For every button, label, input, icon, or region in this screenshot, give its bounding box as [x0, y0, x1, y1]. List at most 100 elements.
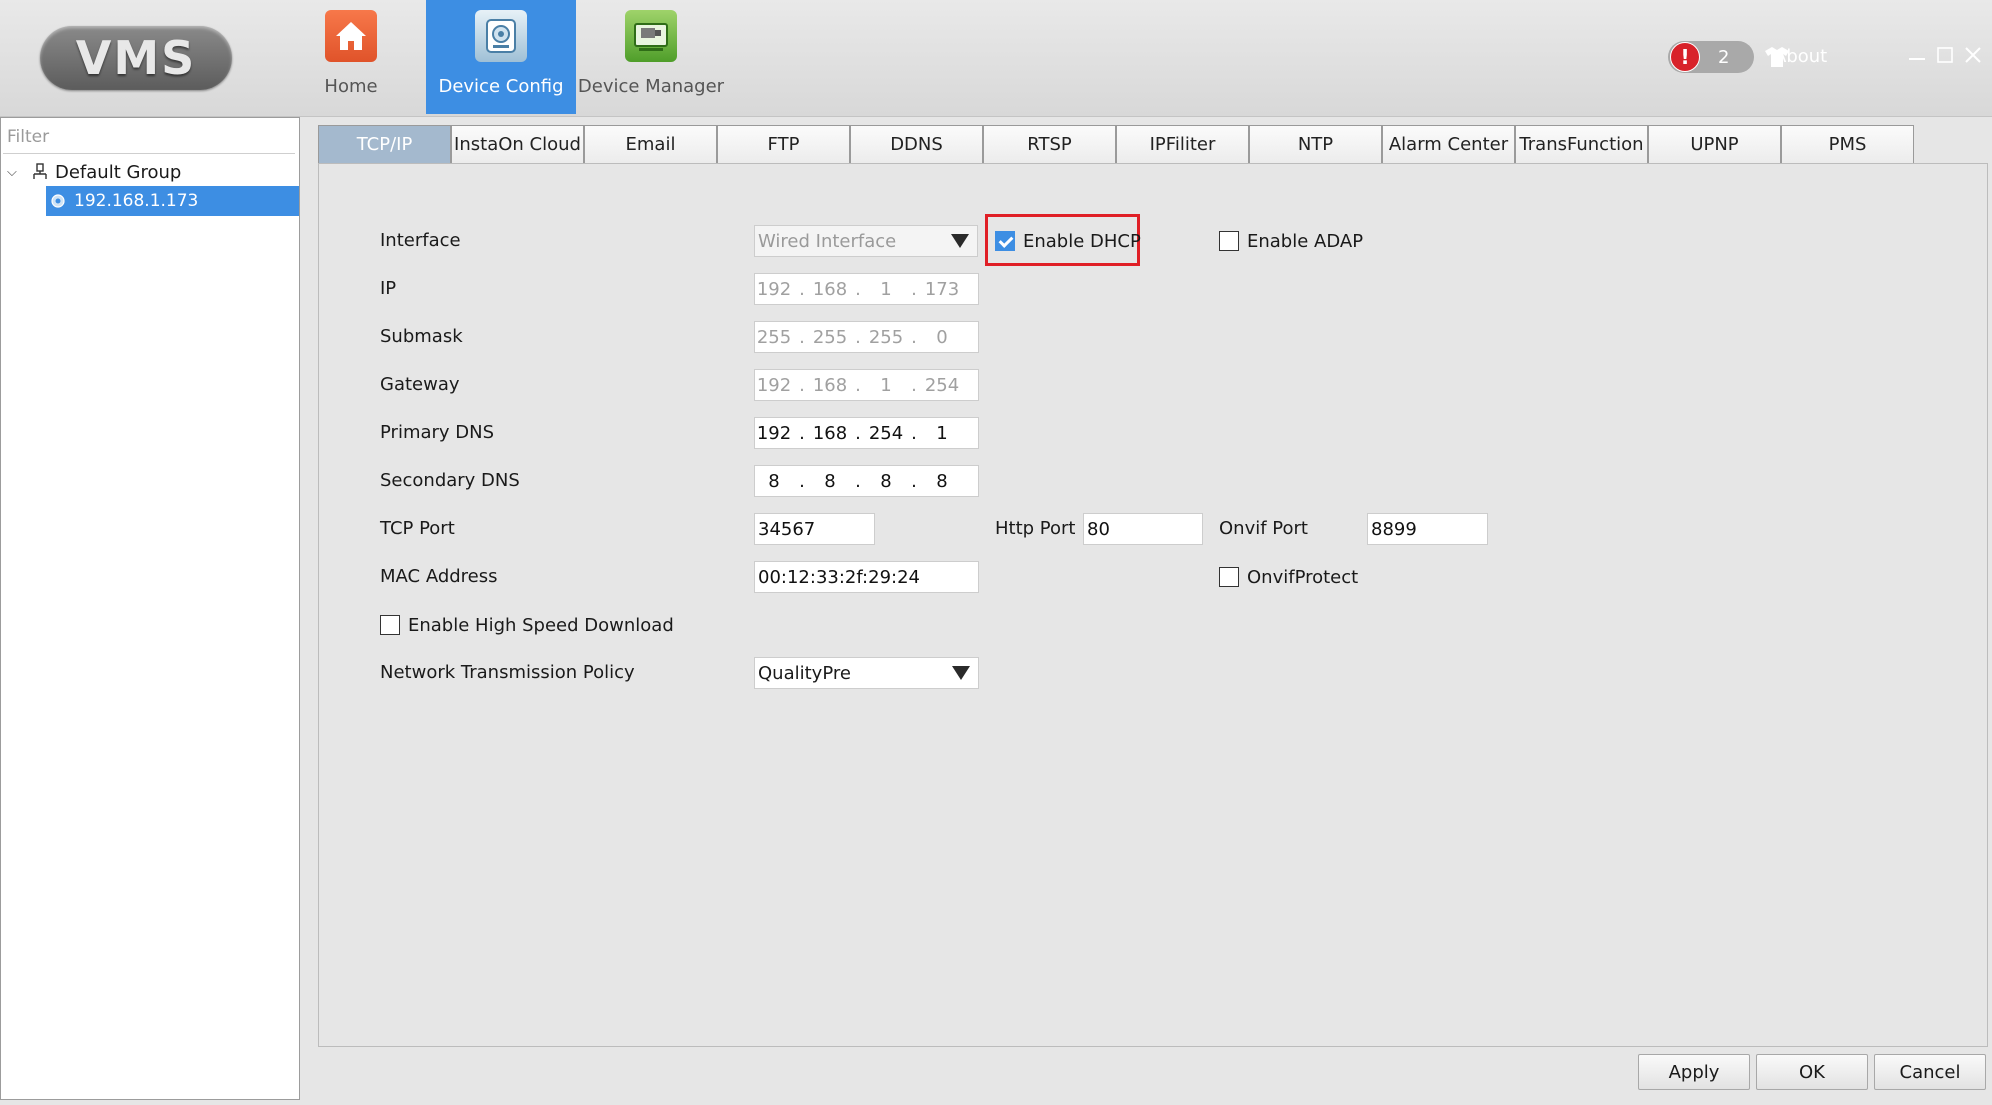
submask-octet: 255: [756, 326, 792, 348]
chevron-down-icon[interactable]: ⌵: [7, 165, 21, 180]
mac-address-input[interactable]: [755, 566, 978, 588]
tcp-port-input[interactable]: [755, 518, 874, 540]
tree-device-label: 192.168.1.173: [74, 191, 199, 211]
onvif-protect-checkbox-box[interactable]: [1219, 567, 1239, 587]
interface-value: Wired Interface: [758, 230, 897, 252]
policy-select[interactable]: QualityPre: [754, 657, 979, 689]
minimize-icon[interactable]: [1906, 44, 1928, 66]
nav-home[interactable]: Home: [276, 0, 426, 114]
onvif-protect-label: OnvifProtect: [1247, 566, 1359, 588]
ip-octet: 168: [812, 278, 848, 300]
tab-ftp[interactable]: FTP: [717, 125, 850, 163]
onvif-port-field[interactable]: [1367, 513, 1488, 545]
secondary-dns-label: Secondary DNS: [380, 470, 520, 491]
top-bar: VMS Home Device Config Device Manager ! …: [0, 0, 1992, 117]
home-icon: [325, 10, 377, 62]
ip-octet: 192: [756, 278, 792, 300]
dns-octet: 192: [756, 422, 792, 444]
tree-group-label: Default Group: [55, 161, 182, 183]
tab-transfunction[interactable]: TransFunction: [1515, 125, 1648, 163]
device-config-icon: [475, 10, 527, 62]
policy-label: Network Transmission Policy: [380, 662, 635, 683]
gateway-octet: 168: [812, 374, 848, 396]
ip-octet: 1: [880, 278, 892, 300]
nav-device-manager[interactable]: Device Manager: [576, 0, 726, 114]
dns-octet: 8: [936, 470, 948, 492]
about-button[interactable]: About: [1764, 42, 1827, 72]
tcp-port-label: TCP Port: [380, 518, 455, 539]
ip-octet: 173: [924, 278, 960, 300]
gateway-octet: 1: [880, 374, 892, 396]
device-tree-panel: ⌵ Default Group 192.168.1.173: [0, 117, 300, 1100]
adap-checkbox-box[interactable]: [1219, 231, 1239, 251]
nav-device-manager-label: Device Manager: [577, 76, 725, 97]
onvif-port-input[interactable]: [1368, 518, 1487, 540]
apply-button[interactable]: Apply: [1638, 1054, 1750, 1090]
high-speed-download-checkbox[interactable]: Enable High Speed Download: [380, 613, 674, 637]
cancel-button[interactable]: Cancel: [1874, 1054, 1986, 1090]
dns-octet: 254: [868, 422, 904, 444]
app-logo: VMS: [40, 26, 232, 90]
enable-dhcp-checkbox[interactable]: Enable DHCP: [995, 229, 1141, 253]
onvif-protect-checkbox[interactable]: OnvifProtect: [1219, 565, 1358, 589]
dropdown-arrow-icon: [952, 666, 970, 680]
gateway-field[interactable]: 192. 168. 1. 254: [754, 369, 979, 401]
tab-tcp-ip[interactable]: TCP/IP: [318, 125, 451, 163]
http-port-input[interactable]: [1084, 518, 1202, 540]
tab-ntp[interactable]: NTP: [1249, 125, 1382, 163]
filter-input[interactable]: [3, 120, 295, 154]
http-port-label: Http Port: [995, 518, 1076, 539]
dropdown-arrow-icon: [951, 234, 969, 248]
mac-address-field[interactable]: [754, 561, 979, 593]
interface-select[interactable]: Wired Interface: [754, 225, 978, 257]
tcp-ip-settings-panel: [318, 163, 1988, 1047]
dns-octet: 1: [936, 422, 948, 444]
tab-instaon-cloud[interactable]: InstaOn Cloud: [451, 125, 584, 163]
config-tabs: TCP/IP InstaOn Cloud Email FTP DDNS RTSP…: [318, 125, 1914, 163]
dhcp-checkbox-box[interactable]: [995, 231, 1015, 251]
onvif-port-label: Onvif Port: [1219, 518, 1308, 539]
tab-ddns[interactable]: DDNS: [850, 125, 983, 163]
gateway-octet: 254: [924, 374, 960, 396]
high-speed-checkbox-box[interactable]: [380, 615, 400, 635]
alert-icon: !: [1670, 42, 1700, 72]
ip-field[interactable]: 192. 168. 1. 173: [754, 273, 979, 305]
nav-device-config[interactable]: Device Config: [426, 0, 576, 114]
ok-button[interactable]: OK: [1756, 1054, 1868, 1090]
alerts-indicator[interactable]: ! 2: [1668, 41, 1754, 73]
gateway-label: Gateway: [380, 374, 460, 395]
app-logo-text: VMS: [75, 31, 197, 85]
tab-rtsp[interactable]: RTSP: [983, 125, 1116, 163]
tree-group-default[interactable]: ⌵ Default Group: [7, 158, 181, 186]
enable-adap-label: Enable ADAP: [1247, 230, 1364, 252]
dns-octet: 168: [812, 422, 848, 444]
tree-device-item[interactable]: 192.168.1.173: [46, 186, 299, 216]
tab-email[interactable]: Email: [584, 125, 717, 163]
submask-octet: 255: [812, 326, 848, 348]
submask-field[interactable]: 255. 255. 255. 0: [754, 321, 979, 353]
tab-ipfiliter[interactable]: IPFiliter: [1116, 125, 1249, 163]
enable-adap-checkbox[interactable]: Enable ADAP: [1219, 229, 1363, 253]
submask-label: Submask: [380, 326, 463, 347]
alert-count: 2: [1718, 46, 1730, 68]
dns-octet: 8: [824, 470, 836, 492]
submask-octet: 255: [868, 326, 904, 348]
interface-label: Interface: [380, 230, 461, 251]
policy-value: QualityPre: [758, 662, 851, 684]
tab-upnp[interactable]: UPNP: [1648, 125, 1781, 163]
ip-label: IP: [380, 278, 397, 299]
camera-icon: [51, 194, 65, 208]
device-manager-icon: [625, 10, 677, 62]
tab-alarm-center[interactable]: Alarm Center: [1382, 125, 1515, 163]
secondary-dns-field[interactable]: 8. 8. 8. 8: [754, 465, 979, 497]
nav-home-label: Home: [324, 76, 378, 97]
close-icon[interactable]: [1962, 44, 1984, 66]
group-icon: [33, 163, 47, 179]
primary-dns-field[interactable]: 192. 168. 254. 1: [754, 417, 979, 449]
tcp-port-field[interactable]: [754, 513, 875, 545]
http-port-field[interactable]: [1083, 513, 1203, 545]
tab-pms[interactable]: PMS: [1781, 125, 1914, 163]
high-speed-label: Enable High Speed Download: [408, 614, 674, 636]
mac-address-label: MAC Address: [380, 566, 498, 587]
maximize-icon[interactable]: [1934, 44, 1956, 66]
